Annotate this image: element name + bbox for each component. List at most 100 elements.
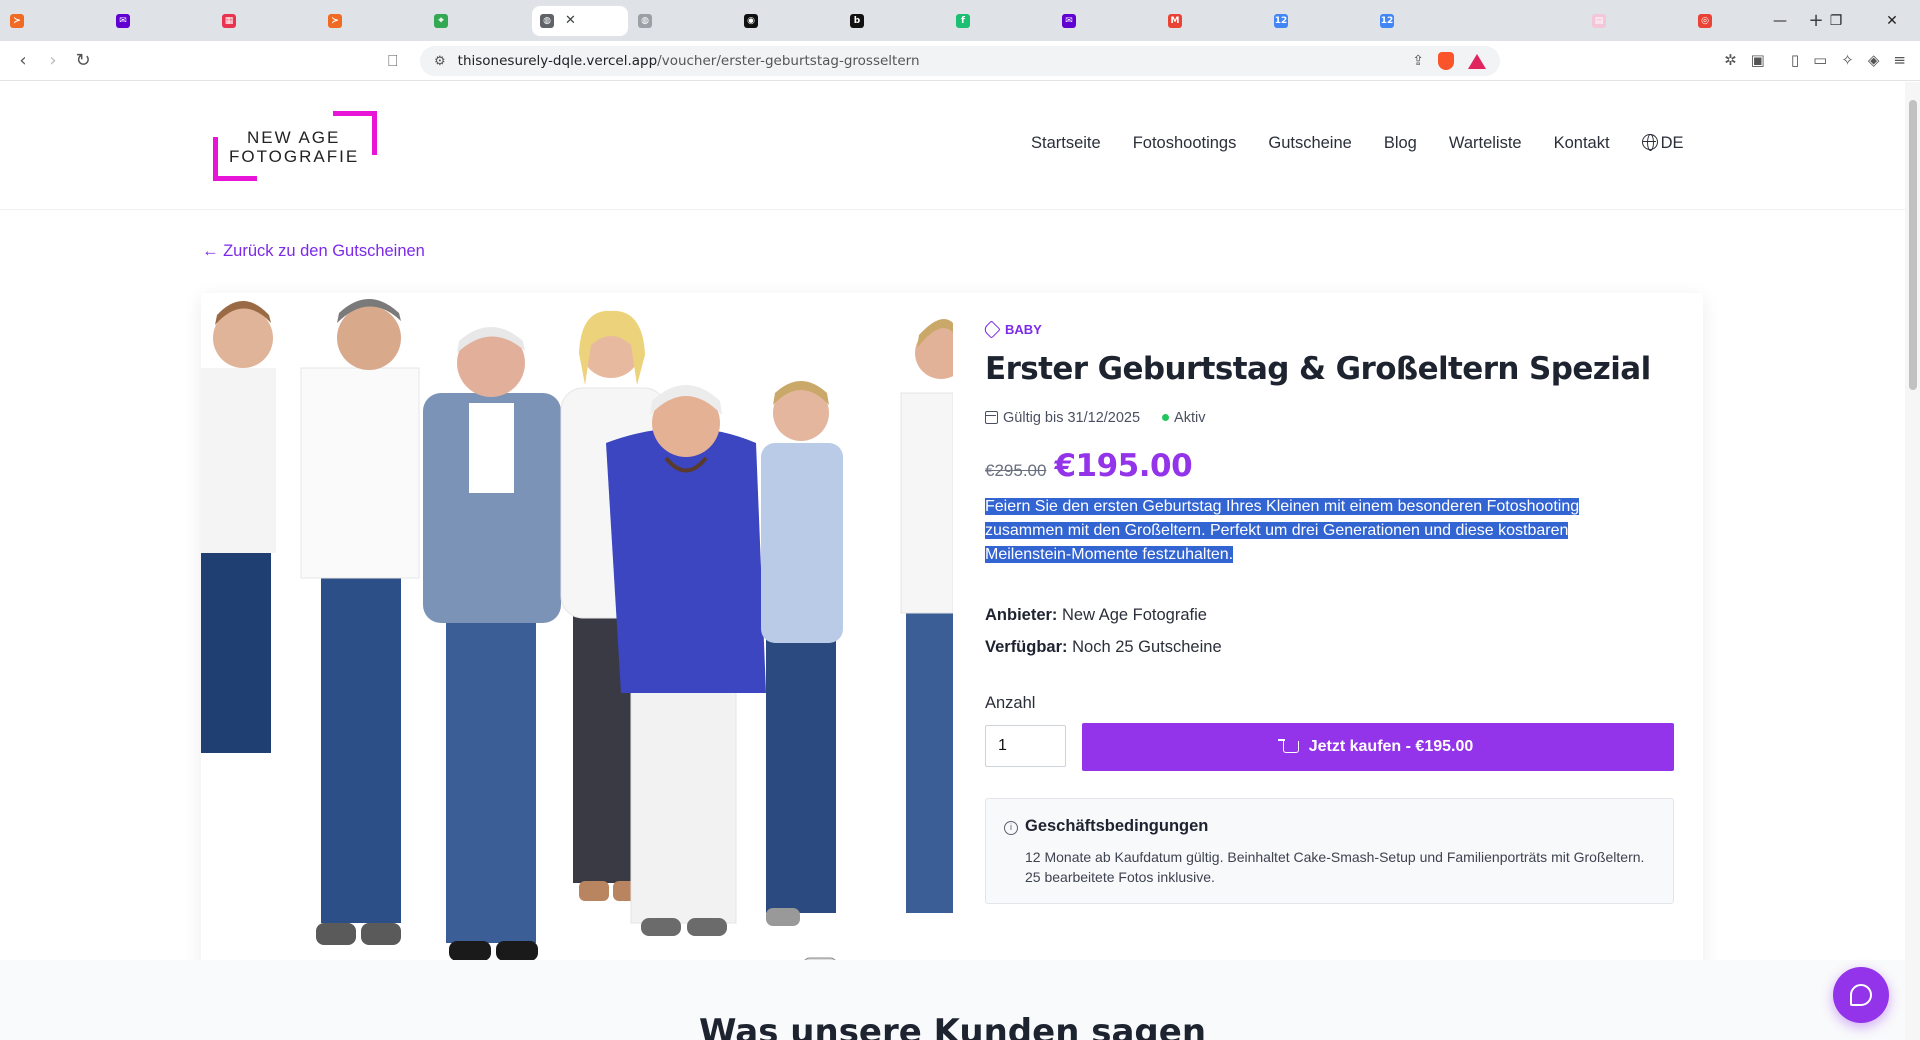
availability-value: Noch 25 Gutscheine <box>1072 638 1222 656</box>
browser-tab[interactable]: 12Google C <box>1372 6 1476 36</box>
availability-label: Verfügbar: <box>985 638 1068 656</box>
terms-text: 12 Monate ab Kaufdatum gültig. Beinhalte… <box>1025 849 1645 885</box>
browser-tab[interactable]: ◉SEO-Reac <box>736 6 840 36</box>
share-icon[interactable]: ⇪ <box>1412 53 1424 69</box>
tab-favicon-icon: ✉ <box>1062 13 1076 28</box>
site-logo[interactable]: NEW AGE FOTOGRAFIE <box>213 111 377 181</box>
tab-favicon-icon: ≻ <box>328 13 342 28</box>
tab-favicon-icon: ◍ <box>638 13 652 28</box>
wallet-icon[interactable]: ▭ <box>1813 51 1827 69</box>
extensions-icon[interactable]: ✲ <box>1724 51 1737 69</box>
language-code: DE <box>1660 134 1684 152</box>
description-text: Feiern Sie den ersten Geburtstag Ihres K… <box>985 498 1580 563</box>
original-price: €295.00 <box>985 461 1047 480</box>
tab-favicon-icon: f <box>956 13 970 28</box>
validity: Gültig bis 31/12/2025 <box>985 410 1140 426</box>
browser-tab[interactable]: bbolt.new <box>842 6 946 36</box>
chat-button[interactable] <box>1833 967 1889 1023</box>
url-path: /voucher/erster-geburtstag-grosseltern <box>657 53 920 69</box>
logo-text-line2: FOTOGRAFIE <box>229 147 360 166</box>
chat-bubble-icon <box>1850 984 1872 1006</box>
menu-icon[interactable]: ≡ <box>1893 51 1906 69</box>
tab-favicon-icon: 12 <box>1274 13 1288 28</box>
voucher-meta: Gültig bis 31/12/2025 Aktiv <box>985 410 1205 426</box>
person-figure-6 <box>761 381 843 981</box>
voucher-description: Feiern Sie den ersten Geburtstag Ihres K… <box>985 495 1625 567</box>
nav-blog[interactable]: Blog <box>1384 134 1417 153</box>
browser-tab[interactable]: ⌖New Age <box>426 6 530 36</box>
leo-ai-icon[interactable]: ✧ <box>1841 51 1854 69</box>
bookmark-icon[interactable]: ⎕ <box>388 51 398 71</box>
provider-value: New Age Fotografie <box>1062 606 1207 624</box>
logo-text-line1: NEW AGE <box>247 128 341 147</box>
restore-icon[interactable]: ❐ <box>1808 13 1864 29</box>
site-header: NEW AGE FOTOGRAFIE Startseite Fotoshooti… <box>0 82 1905 210</box>
minimize-icon[interactable]: — <box>1752 13 1808 29</box>
window-controls: — ❐ ✕ <box>1752 0 1920 41</box>
browser-tab[interactable]: 12Google C <box>1266 6 1370 36</box>
nav-kontakt[interactable]: Kontakt <box>1554 134 1610 153</box>
browser-tab[interactable]: ◍My Maps <box>630 6 734 36</box>
sidebar-icon[interactable]: ▯ <box>1791 51 1799 69</box>
info-icon: i <box>1004 821 1018 835</box>
category-tag: BABY <box>982 320 1042 339</box>
price-block: €295.00 €195.00 <box>985 448 1193 484</box>
language-switcher[interactable]: DE <box>1641 134 1684 153</box>
close-tab-icon[interactable]: ✕ <box>565 13 576 28</box>
toolbar-actions: ✲ ▣ ▯ ▭ ✧ ◈ ≡ <box>1724 51 1906 69</box>
status-text: Aktiv <box>1174 410 1206 426</box>
tab-favicon-icon: b <box>850 13 864 28</box>
nav-startseite[interactable]: Startseite <box>1031 134 1101 153</box>
url-host: thisonesurely-dqle.vercel.app <box>457 53 658 69</box>
terms-title: Geschäftsbedingungen <box>1025 817 1209 835</box>
browser-tab[interactable]: ✉(79,686 u <box>1054 6 1158 36</box>
globe-icon <box>1641 134 1658 151</box>
buy-now-button[interactable]: Jetzt kaufen - €195.00 <box>1082 723 1674 771</box>
nav-fotoshootings[interactable]: Fotoshootings <box>1133 134 1237 153</box>
downloads-icon[interactable]: ▣ <box>1751 51 1765 69</box>
tab-favicon-icon: ▦ <box>222 13 236 28</box>
voucher-card: BABY Erster Geburtstag & Großeltern Spez… <box>201 293 1703 1013</box>
nav-warteliste[interactable]: Warteliste <box>1449 134 1522 153</box>
provider-row: Anbieter: New Age Fotografie <box>985 606 1207 625</box>
page-scrollbar[interactable] <box>1905 82 1920 1040</box>
browser-tab[interactable]: ≻DEMOCR <box>320 6 424 36</box>
browser-tab[interactable]: ✉(79,686 u <box>108 6 212 36</box>
tab-list: ≻v12jpeg✉(79,686 u▦Edit calen≻DEMOCR⌖New… <box>0 5 1794 36</box>
vpn-icon[interactable]: ◈ <box>1868 51 1880 69</box>
browser-tab[interactable]: fFiverr / In <box>948 6 1052 36</box>
tab-favicon-icon: ◍ <box>540 13 554 28</box>
address-bar[interactable]: ⚙ thisonesurely-dqle.vercel.app/voucher/… <box>420 46 1500 76</box>
brave-rewards-icon[interactable] <box>1468 53 1486 69</box>
sale-price: €195.00 <box>1054 448 1193 484</box>
tab-favicon-icon <box>1486 13 1500 28</box>
validity-text: Gültig bis 31/12/2025 <box>1003 410 1141 426</box>
status-dot-icon <box>1162 414 1170 421</box>
tab-favicon-icon: 12 <box>1380 13 1394 28</box>
back-arrow-icon[interactable]: ‹ <box>8 50 38 71</box>
browser-tab[interactable]: MInbox (1,0 <box>1160 6 1264 36</box>
forward-arrow-icon[interactable]: › <box>38 50 68 71</box>
browser-toolbar: ‹ › ↻ ⎕ ⚙ thisonesurely-dqle.vercel.app /… <box>0 41 1920 81</box>
browser-tab[interactable]: ▦Edit calen <box>214 6 318 36</box>
quantity-input[interactable] <box>985 725 1066 767</box>
scrollbar-thumb[interactable] <box>1909 100 1917 390</box>
brave-shields-icon[interactable] <box>1438 52 1454 70</box>
close-window-icon[interactable]: ✕ <box>1864 13 1920 29</box>
browser-tab[interactable]: ◍thiso✕ <box>532 5 628 36</box>
family-photo-illustration <box>201 293 953 1013</box>
calendar-icon <box>985 411 998 424</box>
nav-gutscheine[interactable]: Gutscheine <box>1268 134 1351 153</box>
voucher-photo <box>201 293 953 1013</box>
main-nav: Startseite Fotoshootings Gutscheine Blog… <box>1031 134 1684 153</box>
status-badge: Aktiv <box>1162 410 1205 426</box>
back-to-vouchers-link[interactable]: ← Zurück zu den Gutscheinen <box>202 242 425 261</box>
browser-tab[interactable]: New Tab <box>1478 6 1582 36</box>
address-bar-actions: ⇪ <box>1412 52 1486 70</box>
browser-tab[interactable]: ▤Fotoshoo <box>1584 6 1688 36</box>
browser-tab[interactable]: ≻v12jpeg <box>2 6 106 36</box>
buy-now-label: Jetzt kaufen - €195.00 <box>1308 738 1474 755</box>
tab-favicon-icon: ◎ <box>1698 13 1712 28</box>
reload-icon[interactable]: ↻ <box>68 50 98 71</box>
site-info-icon[interactable]: ⚙ <box>434 54 446 69</box>
